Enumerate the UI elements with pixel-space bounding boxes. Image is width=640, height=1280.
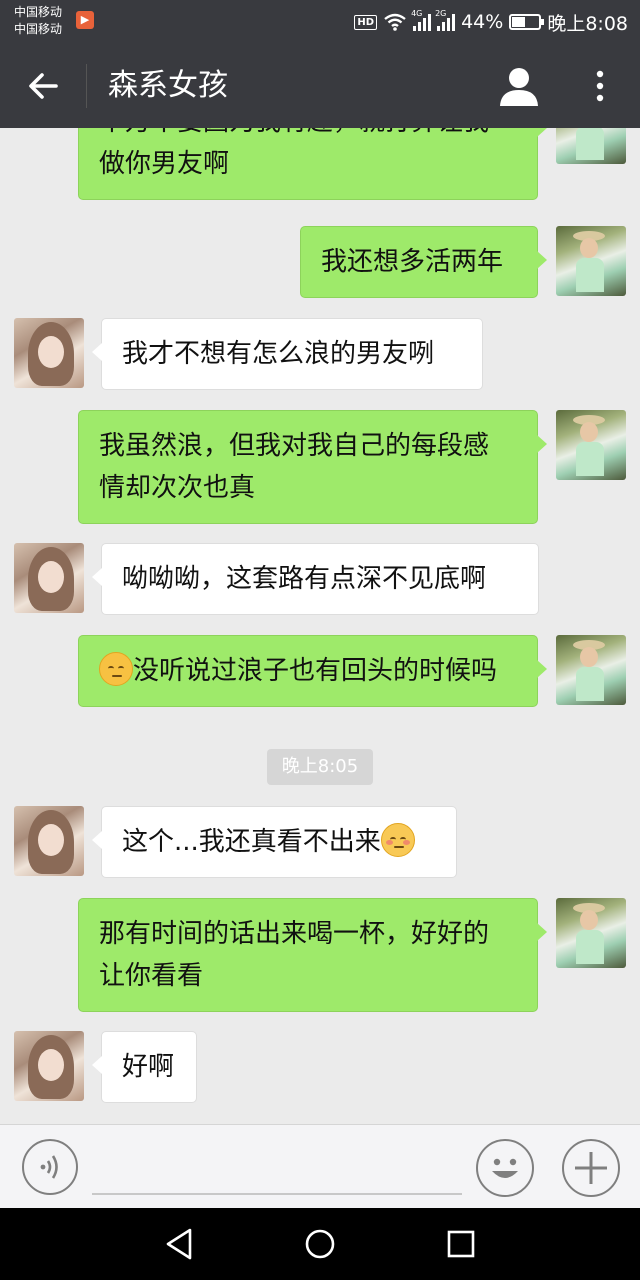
contact-avatar[interactable] bbox=[14, 318, 84, 388]
signal-icon-2: 2G bbox=[435, 9, 456, 31]
my-avatar[interactable] bbox=[556, 635, 626, 705]
network-type-1: 4G bbox=[411, 9, 423, 18]
hd-badge: HD bbox=[354, 14, 378, 30]
message-bubble-received[interactable]: 我才不想有怎么浪的男友咧 bbox=[92, 318, 483, 390]
person-icon[interactable] bbox=[498, 66, 540, 106]
carrier-info: 中国移动 中国移动 bbox=[14, 4, 62, 38]
message-text: 情却次次也真 bbox=[99, 473, 256, 503]
contact-avatar[interactable] bbox=[14, 806, 84, 876]
arrow-left-icon[interactable] bbox=[26, 66, 62, 106]
message-bubble-sent[interactable]: 那有时间的话出来喝一杯，好好的 让你看看 bbox=[78, 898, 547, 1012]
carrier-1: 中国移动 bbox=[14, 5, 63, 19]
nav-home-icon[interactable] bbox=[303, 1226, 337, 1262]
my-avatar[interactable] bbox=[556, 226, 626, 296]
message-bubble-received[interactable]: 这个...我还真看不出来 bbox=[92, 806, 457, 878]
message-bubble-received[interactable]: 好啊 bbox=[92, 1031, 197, 1103]
more-vertical-icon[interactable] bbox=[588, 68, 612, 104]
carrier-2: 中国移动 bbox=[14, 22, 63, 36]
message-text: 好啊 bbox=[122, 1052, 175, 1082]
video-app-icon: ▶ bbox=[76, 11, 94, 29]
chat-title: 森系女孩 bbox=[108, 68, 228, 103]
battery-icon bbox=[509, 14, 545, 30]
message-text: 我还想多活两年 bbox=[321, 247, 504, 277]
pensive-face-emoji bbox=[99, 652, 133, 686]
message-bubble-sent[interactable]: 千万不要因为我有趣，就打算让我 做你男友啊 bbox=[78, 128, 547, 200]
input-bar bbox=[0, 1124, 640, 1208]
time-divider: 晚上8:05 bbox=[267, 749, 373, 785]
my-avatar[interactable] bbox=[556, 410, 626, 480]
nav-recent-apps-icon[interactable] bbox=[444, 1226, 478, 1262]
status-bar: 中国移动 中国移动 ▶ HD 4G 2G 44% 晚上8:08 bbox=[0, 0, 640, 44]
message-text: 让你看看 bbox=[99, 961, 204, 991]
message-text: 千万不要因为我有趣，就打算让我 bbox=[99, 128, 517, 143]
system-nav-bar bbox=[0, 1208, 640, 1280]
message-text: 这个...我还真看不出来 bbox=[122, 827, 381, 857]
voice-button[interactable] bbox=[22, 1139, 78, 1195]
blushing-face-emoji bbox=[380, 823, 415, 857]
message-text: 我虽然浪，但我对我自己的每段感 bbox=[99, 431, 490, 461]
network-type-2: 2G bbox=[435, 9, 447, 18]
battery-percent: 44% bbox=[461, 11, 504, 33]
signal-icon-1: 4G bbox=[411, 9, 432, 31]
smiley-icon bbox=[492, 1158, 518, 1178]
plus-icon bbox=[575, 1152, 607, 1184]
header-divider bbox=[86, 64, 87, 108]
nav-back-icon[interactable] bbox=[162, 1226, 196, 1262]
message-text: 没听说过浪子也有回头的时候吗 bbox=[133, 656, 498, 686]
message-text: 那有时间的话出来喝一杯，好好的 bbox=[99, 919, 490, 949]
emoji-button[interactable] bbox=[476, 1139, 534, 1197]
message-input[interactable] bbox=[92, 1139, 462, 1195]
contact-avatar[interactable] bbox=[14, 543, 84, 613]
my-avatar[interactable] bbox=[556, 128, 626, 164]
message-bubble-sent[interactable]: 我虽然浪，但我对我自己的每段感 情却次次也真 bbox=[78, 410, 547, 524]
voice-icon bbox=[40, 1155, 58, 1179]
message-text: 做你男友啊 bbox=[99, 149, 230, 179]
my-avatar[interactable] bbox=[556, 898, 626, 968]
clock: 晚上8:08 bbox=[547, 12, 628, 35]
chat-header: 森系女孩 bbox=[0, 44, 640, 128]
more-actions-button[interactable] bbox=[562, 1139, 620, 1197]
message-bubble-received[interactable]: 呦呦呦，这套路有点深不见底啊 bbox=[92, 543, 539, 615]
message-bubble-sent[interactable]: 没听说过浪子也有回头的时候吗 bbox=[78, 635, 547, 707]
message-bubble-sent[interactable]: 我还想多活两年 bbox=[300, 226, 547, 298]
wifi-icon bbox=[384, 13, 406, 31]
message-text: 我才不想有怎么浪的男友咧 bbox=[122, 339, 435, 369]
message-text: 呦呦呦，这套路有点深不见底啊 bbox=[122, 564, 487, 594]
status-indicators: HD 4G 2G 44% 晚上8:08 bbox=[354, 8, 628, 36]
contact-avatar[interactable] bbox=[14, 1031, 84, 1101]
chat-area[interactable]: 千万不要因为我有趣，就打算让我 做你男友啊 我还想多活两年 我才不想有怎么浪的男… bbox=[0, 128, 640, 1124]
